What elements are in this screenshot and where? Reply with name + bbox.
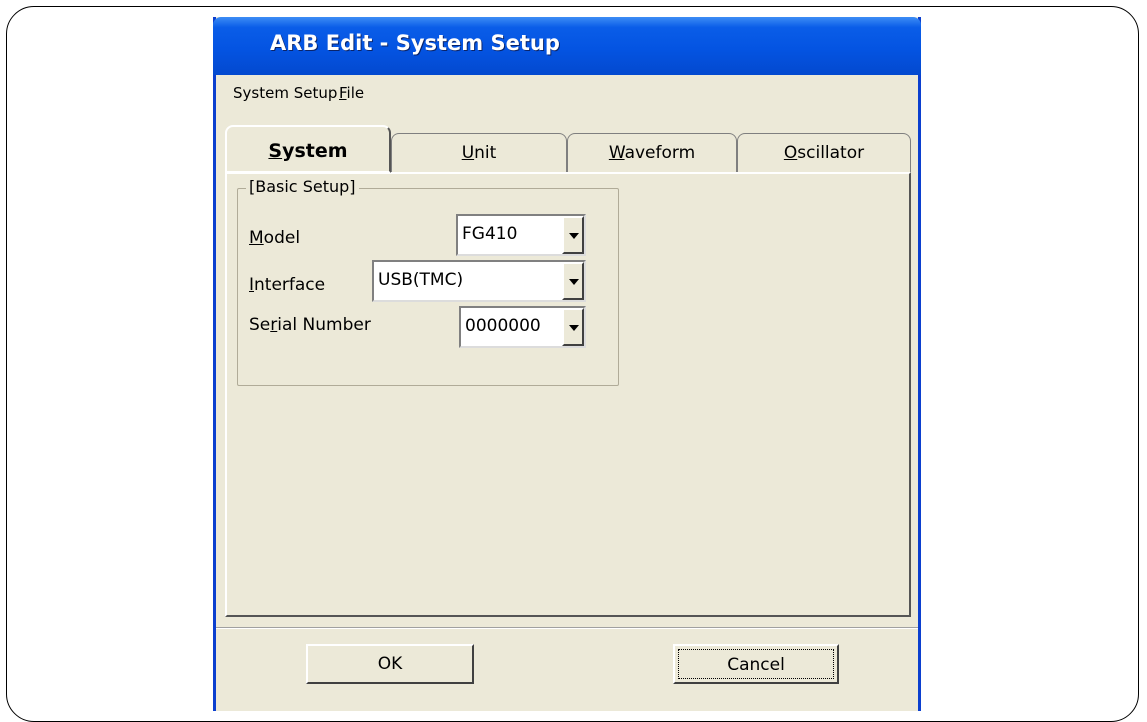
title-bar[interactable]: ARB Edit - System Setup bbox=[213, 17, 921, 75]
menu-bar: System Setup File bbox=[216, 75, 918, 105]
interface-dropdown-arrow-icon[interactable] bbox=[562, 262, 584, 300]
interface-value: USB(TMC) bbox=[378, 270, 464, 290]
interface-label-rest: nterface bbox=[254, 275, 326, 295]
cancel-button-label: Cancel bbox=[678, 649, 834, 679]
tab-waveform-rest: aveform bbox=[624, 143, 696, 163]
system-setup-dialog: ARB Edit - System Setup System Setup Fil… bbox=[213, 17, 921, 711]
serial-label-rest: ial Number bbox=[277, 315, 371, 335]
tab-strip: System Unit Waveform Oscillator bbox=[216, 105, 918, 173]
serial-dropdown-arrow-icon[interactable] bbox=[562, 308, 584, 346]
tab-oscillator[interactable]: Oscillator bbox=[737, 133, 911, 173]
serial-number-label: Serial Number bbox=[249, 315, 371, 335]
serial-number-select[interactable]: 0000000 bbox=[459, 306, 586, 348]
serial-label-prefix: Se bbox=[249, 315, 271, 335]
model-dropdown-arrow-icon[interactable] bbox=[562, 216, 584, 254]
model-label: Model bbox=[249, 228, 300, 248]
interface-label: Interface bbox=[249, 275, 325, 295]
tab-unit[interactable]: Unit bbox=[391, 133, 567, 173]
menu-file-rest: ile bbox=[346, 84, 365, 102]
tab-unit-rest: nit bbox=[474, 143, 497, 163]
system-tab-panel: [Basic Setup] Model FG410 Interface USB(… bbox=[225, 172, 911, 617]
menu-file[interactable]: File bbox=[339, 84, 364, 102]
window-title: ARB Edit - System Setup bbox=[270, 31, 560, 55]
tab-system-rest: ystem bbox=[282, 140, 348, 162]
footer-divider bbox=[216, 627, 918, 629]
menu-system-setup[interactable]: System Setup bbox=[233, 84, 337, 102]
model-label-rest: odel bbox=[263, 228, 301, 248]
tab-oscillator-mnemonic: O bbox=[783, 143, 798, 163]
tab-waveform-mnemonic: W bbox=[608, 143, 625, 163]
basic-setup-group: [Basic Setup] Model FG410 Interface USB(… bbox=[237, 177, 619, 386]
model-label-mnemonic: M bbox=[249, 228, 264, 248]
tab-oscillator-rest: scillator bbox=[797, 143, 865, 163]
interface-select[interactable]: USB(TMC) bbox=[372, 260, 586, 302]
tab-unit-mnemonic: U bbox=[461, 143, 475, 163]
menu-file-mnemonic: F bbox=[339, 84, 347, 102]
serial-number-value: 0000000 bbox=[465, 316, 541, 336]
tab-waveform[interactable]: Waveform bbox=[567, 133, 737, 173]
basic-setup-legend: [Basic Setup] bbox=[246, 177, 359, 196]
tab-system[interactable]: System bbox=[225, 125, 391, 173]
model-select[interactable]: FG410 bbox=[456, 214, 586, 256]
model-value: FG410 bbox=[462, 224, 518, 244]
ok-button[interactable]: OK bbox=[306, 644, 474, 684]
cancel-button[interactable]: Cancel bbox=[673, 644, 839, 684]
tab-system-mnemonic: S bbox=[268, 140, 283, 162]
